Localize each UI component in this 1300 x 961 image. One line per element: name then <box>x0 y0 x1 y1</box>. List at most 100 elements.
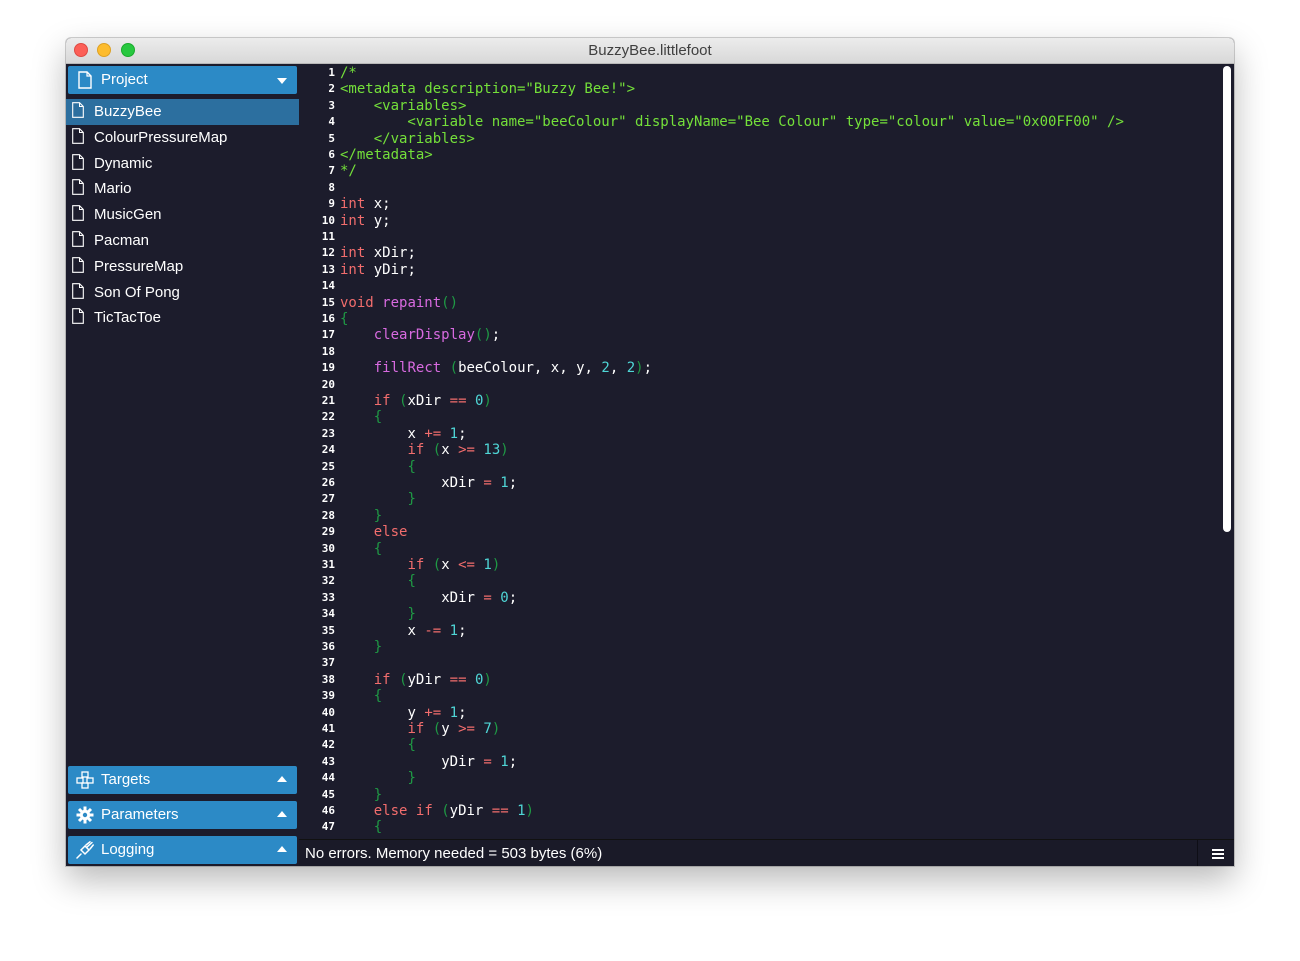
file-name: Pacman <box>94 231 150 249</box>
logging-panel-label: Logging <box>101 841 155 858</box>
line-number: 46 <box>321 804 335 817</box>
line-number: 40 <box>321 705 335 719</box>
title-bar: BuzzyBee.littlefoot <box>66 38 1234 64</box>
code-line: if (yDir == 0) <box>373 671 492 688</box>
code-line: if (x >= 13) <box>407 442 509 459</box>
code-line: clearDisplay(); <box>373 327 501 344</box>
chevron-up-icon <box>277 811 287 817</box>
line-number: 22 <box>321 410 335 424</box>
document-icon <box>72 102 84 118</box>
code-line: { <box>407 573 416 590</box>
line-number: 36 <box>321 640 335 653</box>
code-line: } <box>407 491 416 508</box>
code-line: x -= 1; <box>407 622 467 639</box>
file-name: Mario <box>94 180 132 198</box>
document-icon <box>78 71 92 89</box>
project-panel-header[interactable]: Project <box>68 66 297 94</box>
code-editor[interactable]: 1 2 3 4 5 6 7 8 9 10 11 12 13 14 15 16 17 18 19 20 21 22 23 24 2… <box>299 64 1234 838</box>
line-number: 9 <box>328 197 335 211</box>
file-item[interactable]: Mario <box>66 176 299 202</box>
status-divider <box>1197 840 1198 866</box>
line-number: 16 <box>321 312 335 325</box>
code-line: int y; <box>340 212 391 229</box>
line-number: 30 <box>321 541 335 555</box>
app-window: BuzzyBee.littlefoot Project BuzzyBee Colo… <box>66 38 1234 866</box>
file-item[interactable]: TicTacToe <box>66 305 299 331</box>
menu-icon[interactable] <box>1212 849 1224 859</box>
code-line: int xDir; <box>340 245 416 262</box>
gear-icon <box>76 806 94 824</box>
file-item[interactable]: PressureMap <box>66 254 299 280</box>
vertical-scrollbar[interactable] <box>1223 66 1231 532</box>
file-item[interactable]: ColourPressureMap <box>66 125 299 151</box>
blocks-icon <box>76 771 94 789</box>
line-number: 37 <box>321 656 335 670</box>
line-number: 41 <box>321 722 335 735</box>
file-item[interactable]: MusicGen <box>66 202 299 228</box>
code-text-area[interactable]: /* <metadata description="Buzzy Bee!"> <v… <box>340 64 1220 838</box>
code-line: } <box>373 507 383 524</box>
code-line: y += 1; <box>407 704 467 721</box>
document-icon <box>72 205 84 222</box>
code-line: </metadata> <box>340 147 433 163</box>
document-icon <box>72 127 84 144</box>
line-number: 2 <box>328 82 335 96</box>
sidebar: Project BuzzyBee ColourPressureMap Dynamic… <box>66 64 299 866</box>
code-line: </variables> <box>340 130 475 147</box>
document-icon <box>72 153 84 170</box>
file-name: BuzzyBee <box>94 103 162 120</box>
line-number: 12 <box>321 246 335 260</box>
line-number: 32 <box>321 574 335 588</box>
document-icon <box>72 179 84 196</box>
code-line: } <box>407 770 416 787</box>
code-line: int x; <box>340 196 391 213</box>
logging-panel-header[interactable]: Logging <box>68 836 297 864</box>
line-number: 3 <box>328 98 335 112</box>
line-number: 43 <box>321 754 335 768</box>
project-file-list: BuzzyBee ColourPressureMap Dynamic Mario Mus… <box>66 99 299 331</box>
line-number: 8 <box>328 180 335 194</box>
parameters-panel-label: Parameters <box>101 806 179 823</box>
code-line: if (x <= 1) <box>407 557 501 573</box>
line-number: 13 <box>321 262 335 276</box>
line-number: 14 <box>321 279 335 293</box>
targets-panel-header[interactable]: Targets <box>68 766 297 794</box>
project-panel-label: Project <box>101 71 148 88</box>
document-icon <box>72 256 84 273</box>
document-icon <box>72 308 84 325</box>
code-line: xDir = 0; <box>441 589 518 606</box>
line-number: 1 <box>328 66 335 79</box>
line-number: 45 <box>321 787 335 801</box>
parameters-panel-header[interactable]: Parameters <box>68 801 297 829</box>
line-number: 17 <box>321 328 335 342</box>
status-message: No errors. Memory needed = 503 bytes (6%… <box>305 845 603 862</box>
line-number: 42 <box>321 738 335 752</box>
code-line: yDir = 1; <box>441 753 518 770</box>
line-number: 35 <box>321 623 335 637</box>
line-number: 21 <box>321 394 335 407</box>
code-line: { <box>373 819 383 836</box>
plug-icon <box>76 841 94 859</box>
line-number: 34 <box>321 607 335 621</box>
line-number: 29 <box>321 525 335 539</box>
code-line: } <box>373 639 383 655</box>
file-name: MusicGen <box>94 206 162 224</box>
file-item[interactable]: Son Of Pong <box>66 280 299 306</box>
code-line: { <box>407 458 416 475</box>
code-line: { <box>340 311 349 327</box>
code-line: if (y >= 7) <box>407 721 501 737</box>
line-number: 38 <box>321 672 335 686</box>
file-item[interactable]: Pacman <box>66 228 299 254</box>
code-line: if (xDir == 0) <box>373 393 492 409</box>
file-item[interactable]: Dynamic <box>66 151 299 177</box>
line-number: 20 <box>321 377 335 391</box>
file-name: TicTacToe <box>94 309 161 327</box>
code-line: { <box>373 540 383 557</box>
code-line: else <box>373 524 408 541</box>
code-line: { <box>373 688 383 705</box>
file-item[interactable]: BuzzyBee <box>66 99 299 125</box>
code-line: */ <box>340 163 357 180</box>
code-line: /* <box>340 65 357 81</box>
line-number-gutter: 1 2 3 4 5 6 7 8 9 10 11 12 13 14 15 16 17 18 19 20 21 22 23 24 2… <box>299 64 337 838</box>
document-icon <box>72 231 84 247</box>
